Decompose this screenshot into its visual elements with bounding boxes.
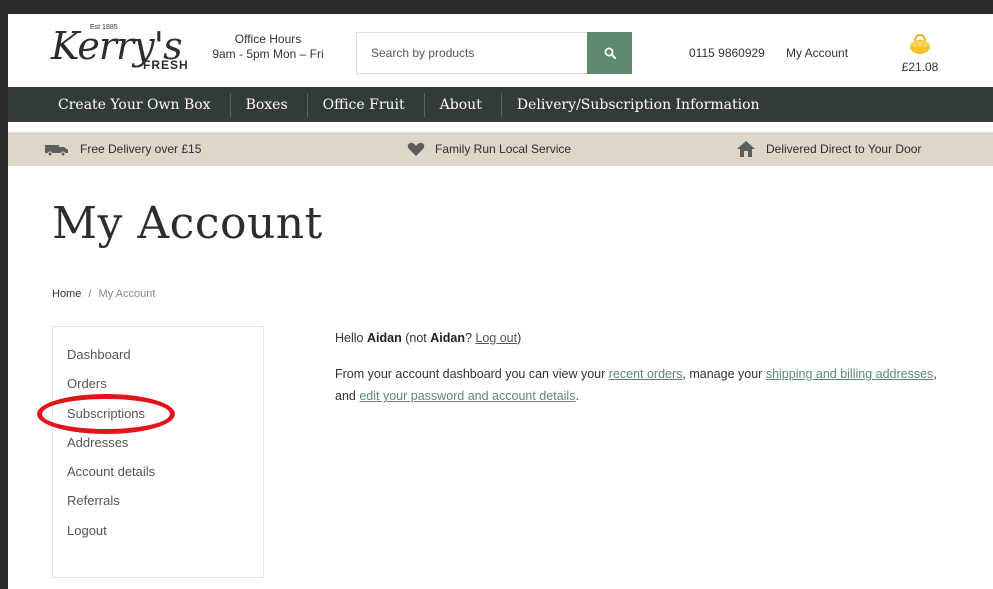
site-logo[interactable]: Est 1885 Kerry's FRESH	[48, 24, 188, 76]
breadcrumb: Home / My Account	[52, 288, 155, 300]
greeting-question: ?	[464, 331, 472, 345]
office-hours-title: Office Hours	[234, 32, 302, 46]
benefit-label: Family Run Local Service	[435, 142, 572, 156]
my-account-link[interactable]: My Account	[786, 46, 848, 60]
cart-button[interactable]: £21.08	[898, 32, 942, 76]
nav-delivery-subscription[interactable]: Delivery/Subscription Information	[502, 93, 779, 117]
greeting-not: (not	[405, 331, 427, 345]
phone-number[interactable]: 0115 9860929	[689, 46, 765, 60]
search-bar	[356, 32, 632, 74]
nav-boxes[interactable]: Boxes	[231, 92, 308, 117]
office-hours: Office Hours 9am - 5pm Mon – Fri	[206, 32, 330, 62]
sidebar-item-referrals[interactable]: Referrals	[53, 491, 263, 520]
greeting-username: Aidan	[366, 331, 402, 345]
benefit-free-delivery: Free Delivery over £15	[44, 132, 201, 166]
breadcrumb-current: My Account	[98, 288, 156, 300]
nav-office-fruit[interactable]: Office Fruit	[308, 92, 425, 117]
greeting-hello: Hello	[335, 331, 364, 345]
sidebar-item-account-details[interactable]: Account details	[53, 462, 263, 491]
benefits-bar: Free Delivery over £15 Family Run Local …	[8, 132, 993, 166]
page: Est 1885 Kerry's FRESH Office Hours 9am …	[8, 14, 993, 589]
account-dashboard-content: Hello Aidan (not Aidan? Log out) From yo…	[335, 327, 955, 421]
office-hours-value: 9am - 5pm Mon – Fri	[212, 47, 324, 61]
annotation-circle	[37, 394, 175, 434]
site-header: Est 1885 Kerry's FRESH Office Hours 9am …	[8, 14, 993, 87]
heart-icon	[407, 142, 425, 156]
account-sidebar: Dashboard Orders Subscriptions Addresses…	[52, 326, 264, 578]
nav-create-your-own-box[interactable]: Create Your Own Box	[43, 92, 231, 117]
benefit-label: Free Delivery over £15	[80, 142, 202, 156]
cart-total: £21.08	[901, 60, 939, 74]
breadcrumb-home[interactable]: Home	[52, 288, 81, 300]
dashboard-intro: From your account dashboard you can view…	[335, 363, 955, 407]
benefit-family-run: Family Run Local Service	[407, 132, 571, 166]
search-button[interactable]	[587, 32, 632, 74]
period-text: .	[575, 389, 579, 403]
greeting-close: )	[517, 331, 522, 345]
main-nav: Create Your Own Box Boxes Office Fruit A…	[8, 87, 993, 122]
search-input[interactable]	[356, 32, 588, 74]
benefit-delivered-direct: Delivered Direct to Your Door	[736, 132, 921, 166]
delivery-truck-icon	[45, 145, 68, 156]
logout-link[interactable]: Log out	[475, 331, 517, 345]
greeting-not-username: Aidan	[430, 331, 465, 345]
addresses-link[interactable]: shipping and billing addresses	[766, 367, 933, 381]
page-title: My Account	[52, 198, 323, 249]
nav-about[interactable]: About	[425, 92, 502, 117]
recent-orders-link[interactable]: recent orders	[609, 367, 683, 381]
logo-sub: FRESH	[143, 58, 189, 72]
benefit-label: Delivered Direct to Your Door	[766, 142, 922, 156]
account-details-link[interactable]: edit your password and account details	[359, 389, 575, 403]
intro-text: From your account dashboard you can view…	[335, 367, 606, 381]
sidebar-item-dashboard[interactable]: Dashboard	[53, 345, 263, 374]
sidebar-item-addresses[interactable]: Addresses	[53, 433, 263, 462]
greeting: Hello Aidan (not Aidan? Log out)	[335, 327, 955, 349]
breadcrumb-separator: /	[88, 288, 92, 300]
manage-text: , manage your	[682, 367, 763, 381]
search-icon	[604, 47, 616, 59]
sidebar-item-logout[interactable]: Logout	[53, 521, 263, 550]
basket-icon	[910, 33, 930, 54]
house-icon	[737, 141, 755, 157]
